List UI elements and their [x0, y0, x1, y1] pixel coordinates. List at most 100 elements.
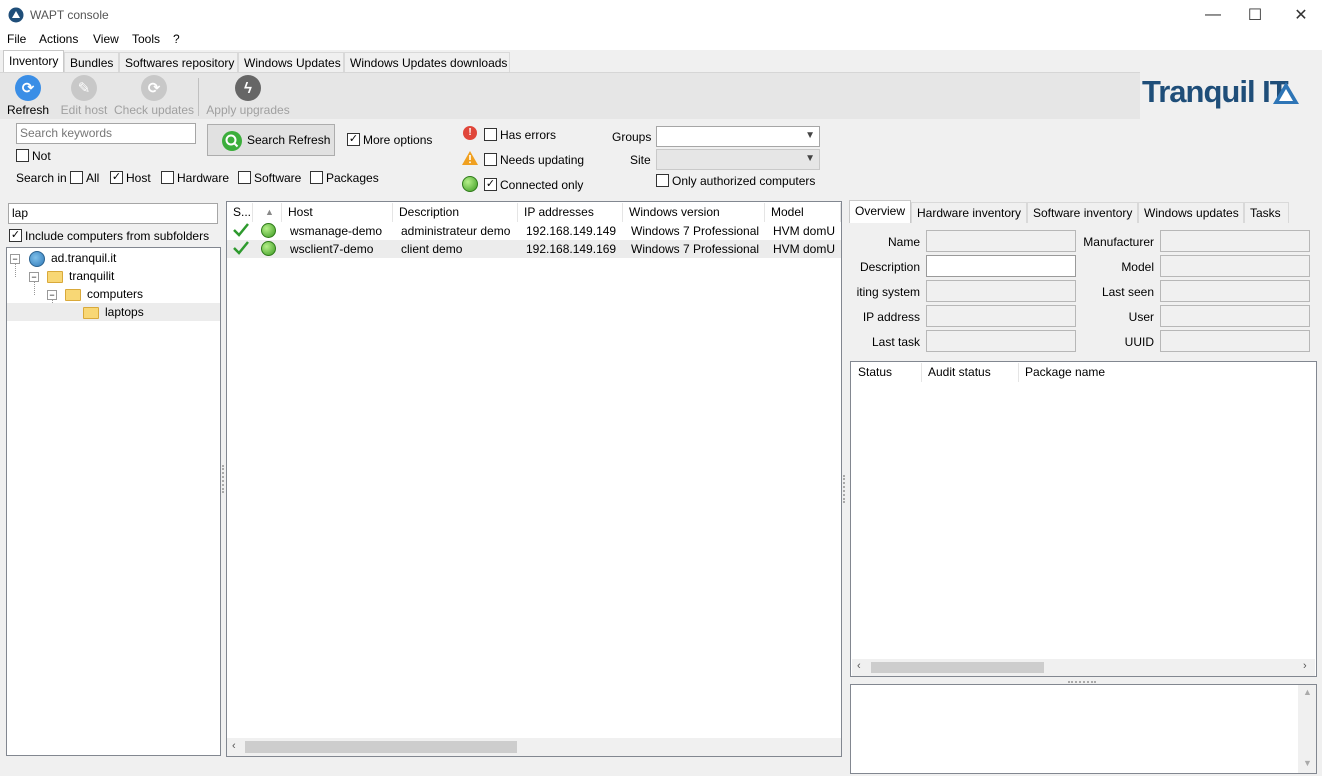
column-status[interactable]: S... — [227, 203, 253, 222]
tree-node-computers[interactable]: computers — [87, 287, 143, 301]
scroll-down-icon[interactable]: ▼ — [1303, 758, 1312, 768]
folder-icon — [65, 289, 81, 301]
apply-upgrades-button[interactable]: ϟ Apply upgrades — [204, 75, 292, 117]
only-authorized-checkbox[interactable] — [656, 174, 669, 187]
edit-host-button[interactable]: ✎ Edit host — [58, 75, 110, 117]
column-ip[interactable]: IP addresses — [518, 203, 623, 222]
user-label: User — [1128, 310, 1154, 324]
not-checkbox[interactable] — [16, 149, 29, 162]
tree-connector — [34, 281, 35, 295]
vertical-scrollbar[interactable]: ▲ ▼ — [1298, 685, 1316, 773]
scroll-thumb[interactable] — [245, 741, 517, 753]
menu-tools[interactable]: Tools — [132, 32, 160, 46]
tab-windows-updates-details[interactable]: Windows updates — [1138, 202, 1244, 223]
tree-node-laptops[interactable]: laptops — [105, 305, 144, 319]
scroll-left-icon[interactable]: ‹ — [232, 740, 236, 752]
tab-windows-updates[interactable]: Windows Updates — [238, 52, 344, 73]
operating-system-label: iting system — [856, 285, 920, 299]
user-field[interactable] — [1160, 305, 1310, 327]
search-in-packages-checkbox[interactable] — [310, 171, 323, 184]
tree-node-root[interactable]: ad.tranquil.it — [51, 251, 116, 265]
tab-inventory[interactable]: Inventory — [3, 50, 64, 73]
include-subfolders-checkbox[interactable]: ✓ — [9, 229, 22, 242]
menu-view[interactable]: View — [93, 32, 119, 46]
groups-label: Groups — [612, 130, 652, 144]
scroll-left-icon[interactable]: ‹ — [857, 660, 861, 672]
window-title: WAPT console — [30, 8, 109, 22]
uuid-field[interactable] — [1160, 330, 1310, 352]
needs-updating-checkbox[interactable] — [484, 153, 497, 166]
collapse-icon[interactable]: − — [47, 290, 57, 300]
connected-only-checkbox[interactable]: ✓ — [484, 178, 497, 191]
name-field[interactable] — [926, 230, 1076, 252]
tree-node-tranquilit[interactable]: tranquilit — [69, 269, 114, 283]
column-description[interactable]: Description — [393, 203, 518, 222]
search-in-software-checkbox[interactable] — [238, 171, 251, 184]
has-errors-checkbox[interactable] — [484, 128, 497, 141]
cell-windows-version: Windows 7 Professional — [631, 224, 760, 238]
tab-overview[interactable]: Overview — [849, 200, 911, 223]
horizontal-scrollbar[interactable]: ‹ — [227, 738, 841, 756]
more-options-label: More options — [363, 133, 433, 147]
column-windows-version[interactable]: Windows version — [623, 203, 765, 222]
groups-select[interactable]: ▼ — [656, 126, 820, 147]
column-audit-status[interactable]: Audit status — [922, 363, 1019, 382]
maximize-button[interactable]: ☐ — [1232, 0, 1278, 30]
refresh-button[interactable]: ⟳ Refresh — [6, 75, 50, 117]
more-options-checkbox[interactable]: ✓ — [347, 133, 360, 146]
table-row[interactable]: wsclient7-demo client demo 192.168.149.1… — [227, 240, 841, 258]
tab-tasks[interactable]: Tasks — [1244, 202, 1289, 223]
tab-bundles[interactable]: Bundles — [64, 52, 119, 73]
title-bar: WAPT console — ☐ ✕ — [0, 0, 1322, 30]
scroll-thumb[interactable] — [871, 662, 1044, 673]
splitter-handle[interactable] — [222, 465, 225, 493]
search-refresh-button[interactable]: Search Refresh — [207, 124, 335, 156]
tab-hardware-inventory[interactable]: Hardware inventory — [911, 202, 1027, 223]
packages-grid[interactable]: Status Audit status Package name ‹ › — [850, 361, 1317, 677]
organization-tree[interactable]: − ad.tranquil.it − tranquilit − computer… — [6, 247, 221, 756]
scroll-up-icon[interactable]: ▲ — [1303, 687, 1312, 697]
splitter-handle[interactable] — [843, 475, 846, 503]
check-updates-icon: ⟳ — [141, 75, 167, 101]
collapse-icon[interactable]: − — [29, 272, 39, 282]
tree-filter-input[interactable]: lap — [8, 203, 218, 224]
manufacturer-field[interactable] — [1160, 230, 1310, 252]
menu-file[interactable]: File — [7, 32, 26, 46]
cell-model: HVM domU — [773, 242, 836, 256]
splitter-handle[interactable] — [1068, 681, 1096, 683]
last-seen-field[interactable] — [1160, 280, 1310, 302]
check-updates-button[interactable]: ⟳ Check updates — [114, 75, 194, 117]
os-label-clip: iting system — [849, 285, 920, 301]
model-field[interactable] — [1160, 255, 1310, 277]
search-in-packages-label: Packages — [326, 171, 379, 185]
collapse-icon[interactable]: − — [10, 254, 20, 264]
search-in-host-checkbox[interactable]: ✓ — [110, 171, 123, 184]
column-host[interactable]: Host — [282, 203, 393, 222]
menu-help[interactable]: ? — [173, 32, 180, 46]
operating-system-field[interactable] — [926, 280, 1076, 302]
packages-horizontal-scrollbar[interactable]: ‹ › — [852, 659, 1315, 676]
scroll-right-icon[interactable]: › — [1303, 660, 1307, 672]
menu-actions[interactable]: Actions — [39, 32, 78, 46]
tab-softwares-repository[interactable]: Softwares repository — [119, 52, 238, 73]
tab-software-inventory[interactable]: Software inventory — [1027, 202, 1138, 223]
model-label: Model — [1121, 260, 1154, 274]
ip-address-field[interactable] — [926, 305, 1076, 327]
column-package-status[interactable]: Status — [852, 363, 922, 382]
description-field[interactable] — [926, 255, 1076, 277]
column-sort[interactable]: ▲ — [253, 203, 282, 222]
menu-bar: File Actions View Tools ? — [0, 30, 1322, 50]
package-details-area[interactable]: ▲ ▼ — [850, 684, 1317, 774]
search-in-all-checkbox[interactable] — [70, 171, 83, 184]
close-button[interactable]: ✕ — [1278, 0, 1322, 30]
table-row[interactable]: wsmanage-demo administrateur demo 192.16… — [227, 222, 841, 240]
last-task-field[interactable] — [926, 330, 1076, 352]
column-package-name[interactable]: Package name — [1019, 363, 1315, 382]
hosts-grid[interactable]: S... ▲ Host Description IP addresses Win… — [226, 201, 842, 757]
column-model[interactable]: Model — [765, 203, 841, 222]
site-select[interactable]: ▼ — [656, 149, 820, 170]
minimize-button[interactable]: — — [1190, 0, 1236, 30]
tab-windows-updates-downloads[interactable]: Windows Updates downloads — [344, 52, 510, 73]
search-in-hardware-checkbox[interactable] — [161, 171, 174, 184]
search-input[interactable]: Search keywords — [16, 123, 196, 144]
